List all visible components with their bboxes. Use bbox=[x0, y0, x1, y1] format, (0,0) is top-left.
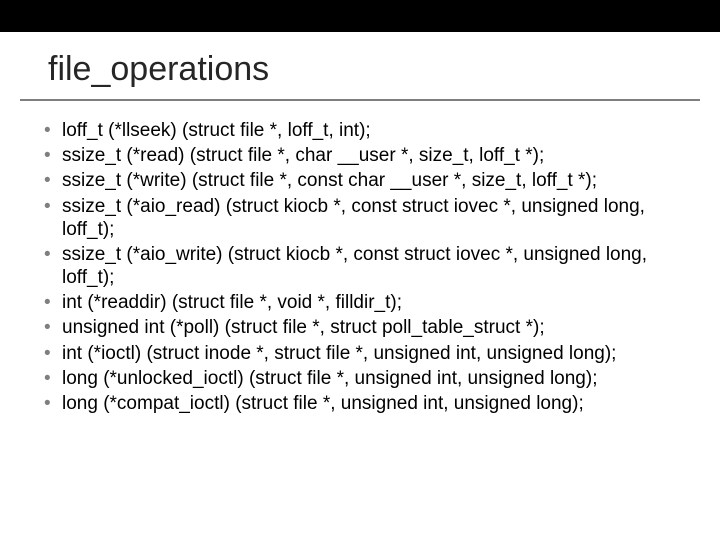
title-area: file_operations bbox=[20, 32, 700, 101]
list-item: long (*unlocked_ioctl) (struct file *, u… bbox=[44, 367, 692, 390]
list-item: ssize_t (*write) (struct file *, const c… bbox=[44, 169, 692, 192]
list-item: unsigned int (*poll) (struct file *, str… bbox=[44, 316, 692, 339]
content-area: loff_t (*llseek) (struct file *, loff_t,… bbox=[0, 101, 720, 415]
list-item: int (*ioctl) (struct inode *, struct fil… bbox=[44, 342, 692, 365]
list-item: long (*compat_ioctl) (struct file *, uns… bbox=[44, 392, 692, 415]
slide-title: file_operations bbox=[48, 50, 672, 89]
top-bar bbox=[0, 0, 720, 32]
list-item: int (*readdir) (struct file *, void *, f… bbox=[44, 291, 692, 314]
list-item: ssize_t (*aio_read) (struct kiocb *, con… bbox=[44, 195, 692, 241]
list-item: loff_t (*llseek) (struct file *, loff_t,… bbox=[44, 119, 692, 142]
bullet-list: loff_t (*llseek) (struct file *, loff_t,… bbox=[44, 119, 692, 415]
list-item: ssize_t (*read) (struct file *, char __u… bbox=[44, 144, 692, 167]
list-item: ssize_t (*aio_write) (struct kiocb *, co… bbox=[44, 243, 692, 289]
